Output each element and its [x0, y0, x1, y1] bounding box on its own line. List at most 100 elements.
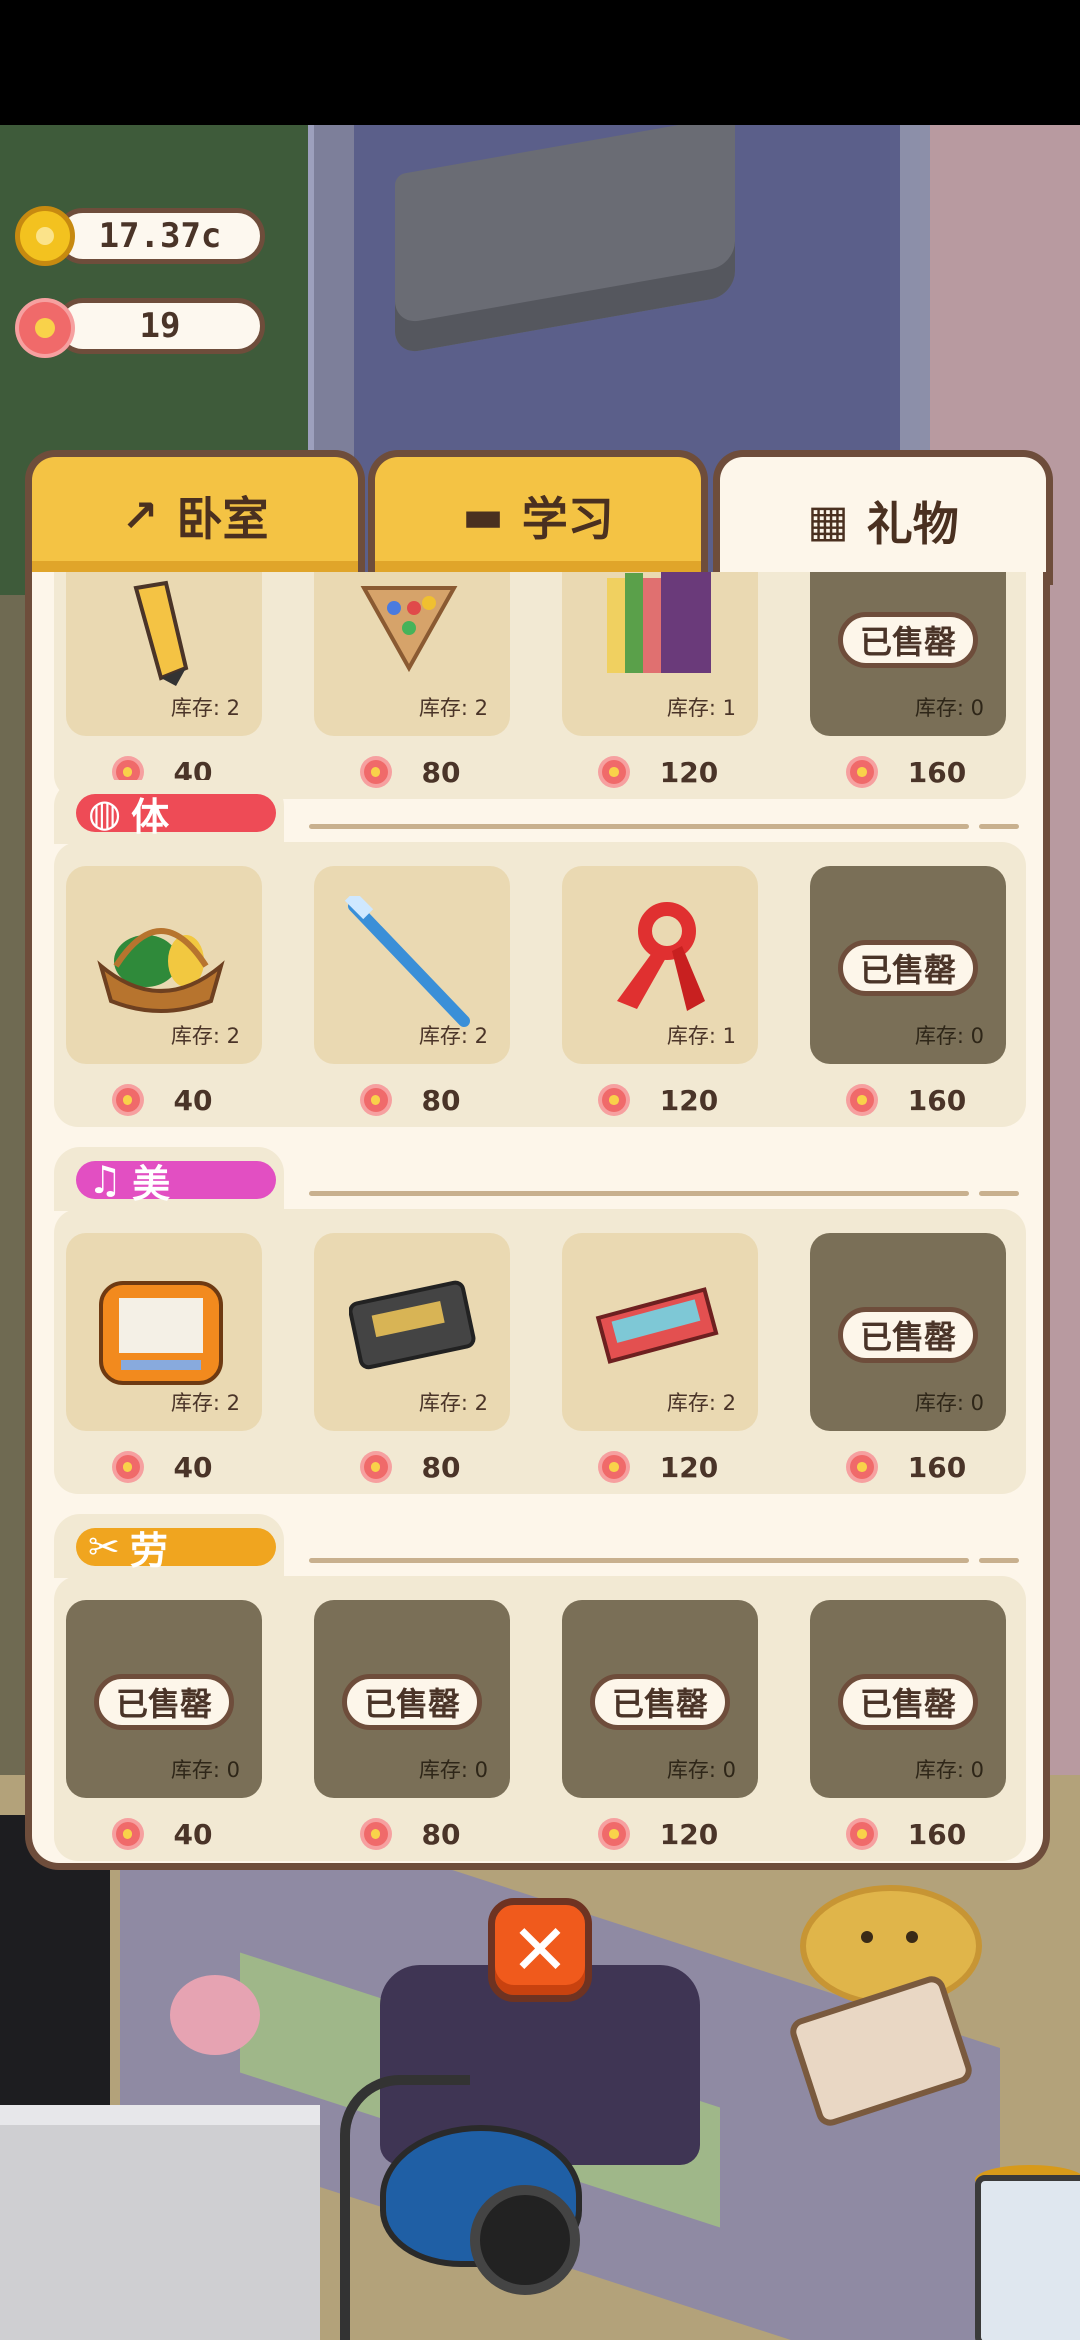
tv-stand: [0, 2105, 320, 2340]
tab-bedroom[interactable]: ↗ 卧室: [25, 450, 365, 575]
section-header: ♫ 美: [54, 1147, 1026, 1211]
price-tag: 120: [562, 1814, 758, 1854]
price-value: 120: [659, 1083, 719, 1117]
item-crayon-box[interactable]: 库存: 2: [562, 1233, 758, 1431]
gift-shop-panel[interactable]: 库存: 2 库存: 2 库存: 1 已售罄 库存: 0 40 80 120 16…: [25, 572, 1050, 1870]
section-body: 已售罄 库存: 0 已售罄 库存: 0 已售罄 库存: 0 已售罄 库存: 0 …: [54, 1576, 1026, 1861]
cassette-art: [349, 1280, 476, 1370]
stock-label: 库存: 0: [914, 696, 984, 720]
divider: [979, 824, 1019, 829]
divider: [309, 824, 969, 829]
vacuum-wheel: [470, 2185, 580, 2295]
crayon-box-art: [595, 1287, 719, 1364]
stock-label: 库存: 0: [418, 1758, 488, 1782]
divider: [979, 1558, 1019, 1563]
item-pencil[interactable]: 库存: 2: [66, 572, 262, 736]
price-value: 80: [421, 1083, 461, 1117]
price-tag: 160: [810, 1814, 1006, 1854]
price-tag: 160: [810, 1447, 1006, 1487]
tab-label: 学习: [521, 492, 614, 546]
price-value: 80: [421, 1450, 461, 1484]
stock-label: 库存: 2: [170, 1391, 240, 1415]
tab-study[interactable]: ▬ 学习: [368, 450, 708, 575]
sold-out-badge: 已售罄: [838, 1307, 978, 1363]
music-note-icon: ♫: [88, 1158, 123, 1202]
item-toothbrush[interactable]: 库存: 2: [314, 866, 510, 1064]
scissors-icon: ✂: [88, 1525, 120, 1569]
close-icon: ✕: [510, 1909, 570, 1991]
status-bar: [0, 0, 1080, 125]
flower-icon: [601, 1822, 626, 1846]
item-fruit-basket[interactable]: 库存: 2: [66, 866, 262, 1064]
close-button[interactable]: ✕: [488, 1898, 592, 2002]
item-chinese-checkers[interactable]: 库存: 2: [314, 572, 510, 736]
item-sneakers[interactable]: 已售罄 库存: 0: [810, 866, 1006, 1064]
price-tag: 120: [562, 1447, 758, 1487]
stock-label: 库存: 2: [170, 1024, 240, 1048]
flower-icon: [363, 1455, 388, 1479]
stock-label: 库存: 0: [914, 1024, 984, 1048]
stock-label: 库存: 0: [170, 1758, 240, 1782]
item-music-box[interactable]: 已售罄 库存: 0: [810, 1233, 1006, 1431]
flower-icon: [363, 1822, 388, 1846]
gift-icon: ▦: [807, 495, 849, 547]
section-body: 库存: 2 库存: 2 库存: 2 已售罄 库存: 0 40 80 120 16…: [54, 1209, 1026, 1494]
tab-label: 卧室: [176, 492, 269, 546]
price-tag: 40: [66, 1447, 262, 1487]
item-hat[interactable]: 已售罄 库存: 0: [314, 1600, 510, 1798]
flower-icon: [115, 1455, 140, 1479]
item-cassette[interactable]: 库存: 2: [314, 1233, 510, 1431]
price-tag: 40: [66, 1814, 262, 1854]
section-header: ✂ 劳: [54, 1514, 1026, 1578]
price-tag: 160: [810, 1080, 1006, 1120]
stock-label: 库存: 0: [666, 1758, 736, 1782]
sold-out-badge: 已售罄: [342, 1674, 482, 1730]
section-title: ◍ 体: [76, 791, 276, 839]
sold-out-badge: 已售罄: [838, 612, 978, 668]
item-bowl[interactable]: 已售罄 库存: 0: [810, 572, 1006, 736]
stock-label: 库存: 1: [666, 696, 736, 720]
sold-out-badge: 已售罄: [838, 940, 978, 996]
coin-icon: [15, 206, 75, 266]
flower-icon: [849, 1822, 874, 1846]
price-value: 160: [907, 1083, 967, 1117]
price-value: 120: [659, 1450, 719, 1484]
item-scarf[interactable]: 库存: 1: [562, 866, 758, 1064]
sold-out-badge: 已售罄: [94, 1674, 234, 1730]
toothbrush-art: [344, 896, 470, 1027]
flower-icon: [115, 1088, 140, 1112]
price-value: 160: [907, 1817, 967, 1851]
item-drawing-board[interactable]: 库存: 2: [66, 1233, 262, 1431]
item-plant-pots[interactable]: 已售罄 库存: 0: [66, 1600, 262, 1798]
divider: [979, 1191, 1019, 1196]
divider: [309, 1191, 969, 1196]
section-title: ✂ 劳: [76, 1525, 276, 1573]
coin-amount: 17.37c: [98, 216, 222, 256]
tab-gift[interactable]: ▦ 礼物: [713, 450, 1053, 585]
scarf-art: [617, 902, 705, 1011]
price-value: 120: [659, 1817, 719, 1851]
flower-icon: [849, 1088, 874, 1112]
stock-label: 库存: 2: [418, 696, 488, 720]
divider: [309, 1558, 969, 1563]
stock-label: 库存: 2: [418, 1391, 488, 1415]
sold-out-badge: 已售罄: [590, 1674, 730, 1730]
drawing-board-art: [99, 1281, 223, 1385]
sold-out-badge: 已售罄: [838, 1674, 978, 1730]
price-tag: 80: [314, 1447, 510, 1487]
flower-icon: [363, 1088, 388, 1112]
item-books[interactable]: 库存: 1: [562, 572, 758, 736]
flower-balance[interactable]: 19: [55, 298, 265, 354]
section-title: ♫ 美: [76, 1158, 276, 1206]
price-tag: 120: [562, 1080, 758, 1120]
stock-label: 库存: 0: [914, 1391, 984, 1415]
fruit-basket-art: [97, 928, 225, 1013]
stock-label: 库存: 1: [666, 1024, 736, 1048]
item-picture-frame[interactable]: 已售罄 库存: 0: [810, 1600, 1006, 1798]
coin-balance[interactable]: 17.37c: [55, 208, 265, 264]
stock-label: 库存: 2: [666, 1391, 736, 1415]
item-suitcase[interactable]: 已售罄 库存: 0: [562, 1600, 758, 1798]
flower-icon: [849, 1455, 874, 1479]
price-tag: 40: [66, 1080, 262, 1120]
flower-icon: [115, 1822, 140, 1846]
